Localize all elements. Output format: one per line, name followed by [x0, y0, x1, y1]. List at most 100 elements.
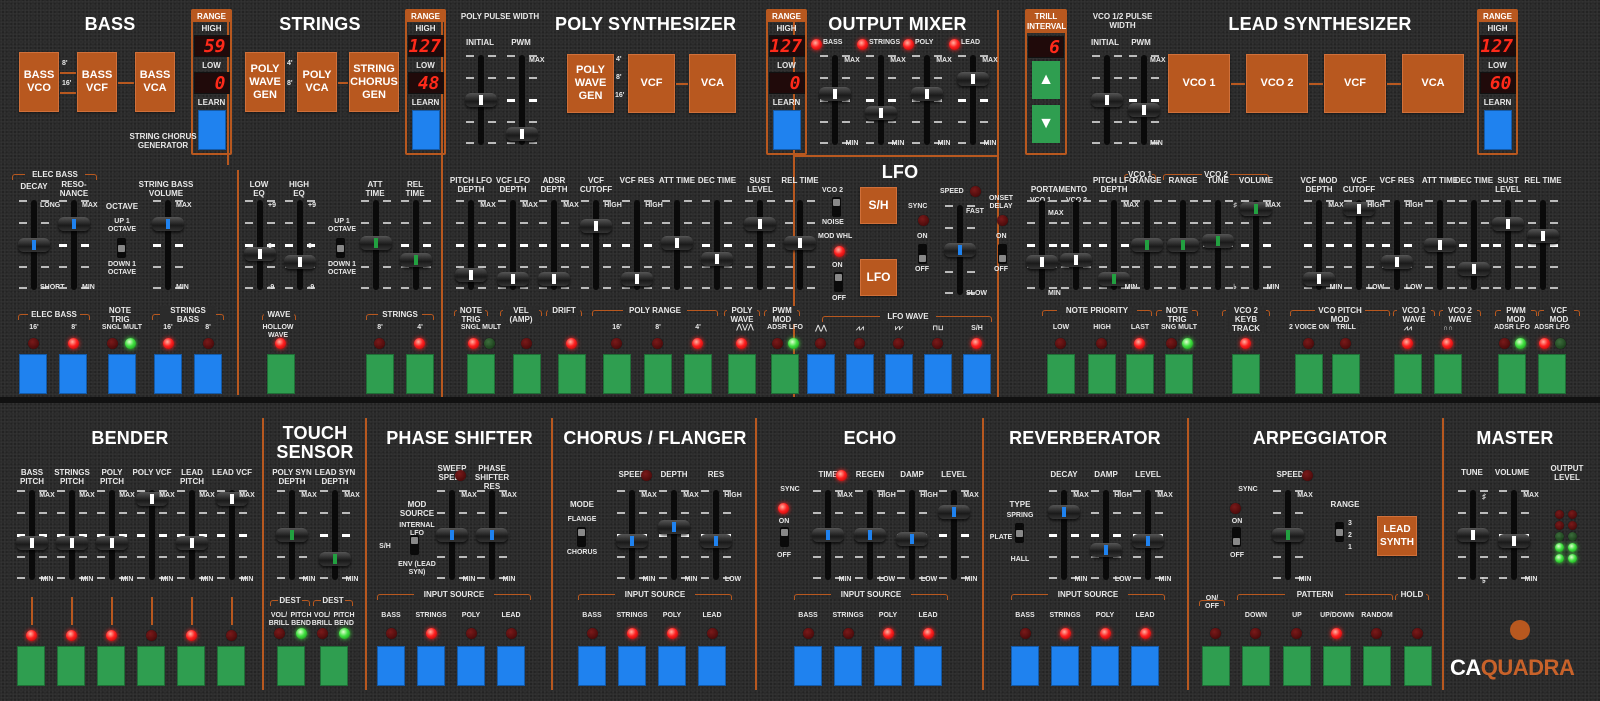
- reverb-input-strings-button[interactable]: [1051, 646, 1079, 686]
- touch-dest-1-button[interactable]: [277, 646, 305, 686]
- fader-cap[interactable]: [1048, 505, 1080, 520]
- mod-whl-switch[interactable]: [834, 272, 843, 292]
- arp-sync-switch[interactable]: [1232, 527, 1241, 547]
- fader-cap[interactable]: [538, 272, 570, 287]
- depth-fader[interactable]: [654, 490, 694, 580]
- bass-level-fader[interactable]: [815, 55, 855, 145]
- chorus-input-strings-button[interactable]: [618, 646, 646, 686]
- note-priority-button[interactable]: [1126, 354, 1154, 394]
- fader-cap[interactable]: [957, 71, 989, 86]
- poly-syn-depth-fader[interactable]: [272, 490, 312, 580]
- lfo-wave-square-wave-button[interactable]: [924, 354, 952, 394]
- vcf-mod-depth-fader[interactable]: [1299, 200, 1339, 290]
- poly-pwm-fader[interactable]: [502, 55, 542, 145]
- phase-mod-source-switch[interactable]: [410, 535, 419, 555]
- fader-cap[interactable]: [1202, 234, 1234, 249]
- touch-dest-2-button[interactable]: [320, 646, 348, 686]
- reverb-type-switch[interactable]: [1015, 523, 1024, 543]
- resonance-fader[interactable]: [54, 200, 94, 290]
- strings-bass-8-button[interactable]: [194, 354, 222, 394]
- bass-pitch-fader[interactable]: [12, 490, 52, 580]
- fader-cap[interactable]: [865, 105, 897, 120]
- strings-octave-switch[interactable]: [336, 238, 345, 258]
- trill-down-button[interactable]: ▼: [1032, 105, 1060, 143]
- lfo-wave-saw-up-wave-button[interactable]: [846, 354, 874, 394]
- learn-button[interactable]: [411, 110, 440, 150]
- fader-cap[interactable]: [58, 216, 90, 231]
- lead-pwm-fader[interactable]: [1124, 55, 1164, 145]
- fader-cap[interactable]: [56, 535, 88, 550]
- fader-cap[interactable]: [506, 127, 538, 142]
- note-trig-button[interactable]: [467, 354, 495, 394]
- hollow-wave-button[interactable]: [267, 354, 295, 394]
- low-eq-fader[interactable]: [240, 200, 280, 290]
- vco-2-wave-button[interactable]: [1434, 354, 1462, 394]
- note-trig-button[interactable]: [108, 354, 136, 394]
- poly-wave-button[interactable]: [728, 354, 756, 394]
- fader-cap[interactable]: [476, 528, 508, 542]
- fader-cap[interactable]: [1458, 262, 1490, 277]
- trill-up-button[interactable]: ▲: [1032, 61, 1060, 99]
- fader-cap[interactable]: [455, 268, 487, 283]
- vcf-lfo-depth-fader[interactable]: [493, 200, 533, 290]
- reverb-input-bass-button[interactable]: [1011, 646, 1039, 686]
- phase-input-strings-button[interactable]: [417, 646, 445, 686]
- lfo-wave-s-h-button[interactable]: [963, 354, 991, 394]
- elec-bass-8-button[interactable]: [59, 354, 87, 394]
- arp-range-switch[interactable]: [1335, 522, 1344, 542]
- volume-fader[interactable]: [1236, 200, 1276, 290]
- lfo-speed-fader[interactable]: [940, 205, 980, 295]
- fader-cap[interactable]: [1060, 253, 1092, 268]
- fader-cap[interactable]: [1424, 238, 1456, 252]
- fader-cap[interactable]: [744, 216, 776, 231]
- high-eq-fader[interactable]: [280, 200, 320, 290]
- fader-cap[interactable]: [400, 253, 432, 268]
- poly-vcf-button[interactable]: [137, 646, 165, 686]
- drift-button[interactable]: [558, 354, 586, 394]
- pitch-lfo-depth-fader[interactable]: [451, 200, 491, 290]
- pwm-mod-button[interactable]: [1498, 354, 1526, 394]
- fader-cap[interactable]: [465, 93, 497, 107]
- fader-cap[interactable]: [1498, 534, 1530, 549]
- res-fader[interactable]: [696, 490, 736, 580]
- range-fader[interactable]: [1163, 200, 1203, 290]
- lead-vcf-button[interactable]: [217, 646, 245, 686]
- learn-button[interactable]: [197, 110, 226, 150]
- lfo-source-switch[interactable]: [832, 197, 841, 217]
- vel-amp-button[interactable]: [513, 354, 541, 394]
- poly-pitch-button[interactable]: [97, 646, 125, 686]
- bass-pitch-button[interactable]: [17, 646, 45, 686]
- fader-cap[interactable]: [1131, 238, 1163, 252]
- fader-cap[interactable]: [497, 272, 529, 287]
- poly-range-button[interactable]: [603, 354, 631, 394]
- regen-fader[interactable]: [850, 490, 890, 580]
- fader-cap[interactable]: [360, 236, 392, 251]
- echo-input-bass-button[interactable]: [794, 646, 822, 686]
- note-trig-button[interactable]: [1165, 354, 1193, 394]
- adsr-depth-fader[interactable]: [534, 200, 574, 290]
- lead-pw-initial-fader[interactable]: [1087, 55, 1127, 145]
- att-time-fader[interactable]: [657, 200, 697, 290]
- lead-pitch-fader[interactable]: [172, 490, 212, 580]
- fader-cap[interactable]: [700, 534, 732, 549]
- phase-input-poly-button[interactable]: [457, 646, 485, 686]
- strings-8-button[interactable]: [366, 354, 394, 394]
- fader-cap[interactable]: [96, 535, 128, 550]
- att-time-fader[interactable]: [356, 200, 396, 290]
- sync-switch[interactable]: [918, 244, 927, 264]
- rel-time-fader[interactable]: [780, 200, 820, 290]
- lfo-wave-triangle-wave-button[interactable]: [807, 354, 835, 394]
- arp-down-button[interactable]: [1242, 646, 1270, 686]
- lfo-wave-saw-down-wave-button[interactable]: [885, 354, 913, 394]
- rel-time-fader[interactable]: [396, 200, 436, 290]
- phase-shifter-res-fader[interactable]: [472, 490, 512, 580]
- fader-cap[interactable]: [812, 528, 844, 542]
- vco-pitch-mod-button[interactable]: [1332, 354, 1360, 394]
- fader-cap[interactable]: [18, 238, 50, 252]
- fader-cap[interactable]: [854, 528, 886, 542]
- damp-fader[interactable]: [1086, 490, 1126, 580]
- time-fader[interactable]: [808, 490, 848, 580]
- fader-cap[interactable]: [1492, 216, 1524, 231]
- vcf-res-fader[interactable]: [617, 200, 657, 290]
- fader-cap[interactable]: [819, 86, 851, 101]
